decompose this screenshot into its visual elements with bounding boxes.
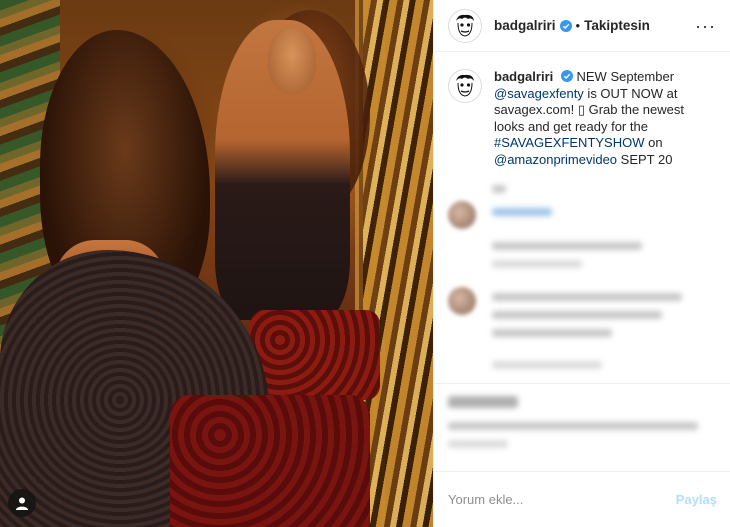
- blurred-comment-avatar: [448, 287, 476, 315]
- header-separator: •: [575, 18, 581, 33]
- caption-body-4: on: [644, 135, 663, 150]
- emoji-glyph: ▯: [577, 102, 585, 117]
- caption-body-1: NEW September: [576, 69, 675, 84]
- post-actions: [434, 383, 730, 461]
- caption-text: badgalriri NEW September @savagexfenty i…: [494, 69, 714, 168]
- photo-ottoman-front: [170, 395, 370, 527]
- mention-link[interactable]: @amazonprimevideo: [494, 152, 617, 167]
- blurred-comment: [492, 208, 712, 278]
- caption-body-5: SEPT 20: [617, 151, 673, 167]
- photo-figure-face: [268, 28, 316, 94]
- post-header: badgalriri • Takiptesin ···: [434, 0, 730, 52]
- blurred-comment-count: [492, 185, 512, 203]
- follow-state-button[interactable]: Takiptesin: [584, 18, 650, 33]
- header-username[interactable]: badgalriri: [494, 18, 556, 33]
- more-options-icon[interactable]: ···: [695, 17, 716, 35]
- post-side-panel: badgalriri • Takiptesin ··· badgalriri N…: [433, 0, 730, 527]
- instagram-post: badgalriri • Takiptesin ··· badgalriri N…: [0, 0, 730, 527]
- user-tag-icon[interactable]: [8, 489, 36, 517]
- photo-curtain-right: [363, 0, 433, 527]
- comment-form: Paylaş: [434, 471, 730, 527]
- blurred-comment: [492, 293, 712, 379]
- comment-input[interactable]: [448, 492, 676, 507]
- verified-badge-icon: [559, 19, 572, 32]
- post-photo[interactable]: [0, 0, 433, 527]
- blurred-likes: [448, 422, 718, 458]
- caption-avatar[interactable]: [448, 69, 482, 103]
- avatar[interactable]: [448, 8, 482, 43]
- verified-badge-icon: [560, 70, 573, 82]
- photo-ottoman-back: [250, 310, 380, 400]
- hashtag-link[interactable]: #SAVAGEXFENTYSHOW: [494, 135, 645, 150]
- post-caption: badgalriri NEW September @savagexfenty i…: [448, 69, 717, 168]
- caption-username[interactable]: badgalriri: [494, 69, 553, 84]
- blurred-action-icons: [448, 396, 718, 418]
- post-comment-button[interactable]: Paylaş: [676, 492, 717, 507]
- blurred-comment-avatar: [448, 201, 476, 229]
- mention-link[interactable]: @savagexfenty: [494, 86, 584, 101]
- comments-section: badgalriri NEW September @savagexfenty i…: [434, 53, 730, 383]
